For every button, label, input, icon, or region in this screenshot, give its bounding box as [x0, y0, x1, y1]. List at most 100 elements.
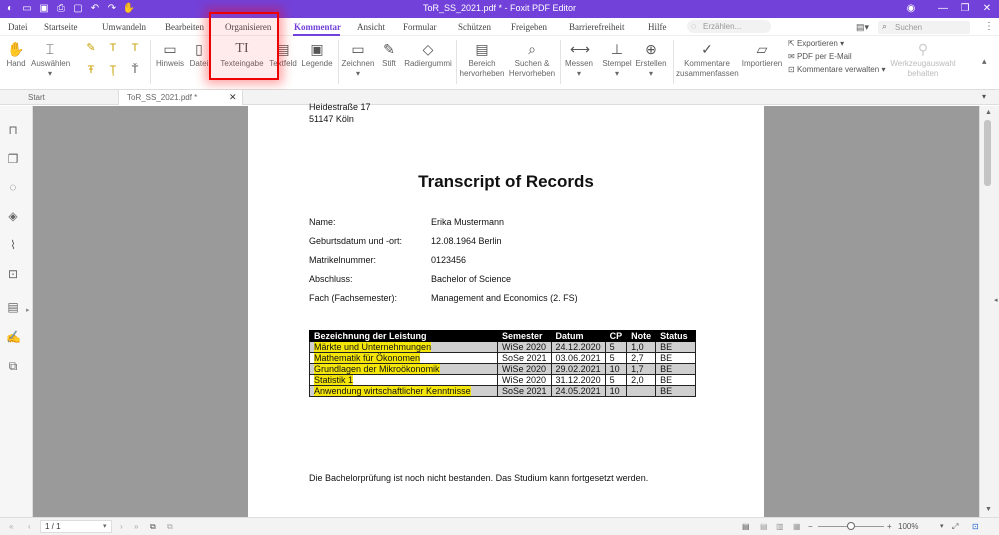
insert-text-icon[interactable]: Ť: [129, 64, 141, 76]
ruler-icon: ⟷: [570, 41, 591, 57]
table-cell: 2,7: [626, 352, 657, 364]
eraser-icon: ◇: [422, 41, 434, 57]
more-icon[interactable]: ⋮: [984, 21, 994, 32]
replace-text-icon[interactable]: Ţ: [107, 64, 119, 76]
comment-ribbon: ✋ Hand ⌶ Auswählen ▾ ✎ T T Ŧ Ţ Ť ▭ Hinweis ▯…: [0, 36, 999, 90]
window-title: ToR_SS_2021.pdf * - Foxit PDF Editor: [422, 3, 577, 13]
facing-view-icon[interactable]: ▥: [776, 521, 784, 533]
menu-datei[interactable]: Datei: [8, 22, 28, 32]
search-options-icon[interactable]: ▤▾: [856, 22, 869, 33]
insert-page-icon[interactable]: ⧉: [167, 521, 173, 533]
collapse-ribbon-icon[interactable]: ▴: [982, 56, 987, 67]
menu-ansicht[interactable]: Ansicht: [357, 22, 385, 32]
single-page-view-icon[interactable]: ▤: [742, 521, 750, 533]
note-button[interactable]: ▭ Hinweis: [155, 40, 185, 69]
next-page-icon[interactable]: ›: [120, 521, 123, 533]
fields-icon[interactable]: ▤: [6, 300, 20, 314]
close-button[interactable]: ✕: [979, 2, 995, 16]
stamp-button[interactable]: ⊥ Stempel ▾: [600, 40, 634, 79]
expand-panel-icon[interactable]: ▸: [26, 306, 30, 314]
callout-button[interactable]: ▣ Legende: [300, 40, 334, 69]
zoom-in-icon[interactable]: +: [887, 521, 892, 533]
menu-bearbeiten[interactable]: Bearbeiten: [165, 22, 204, 32]
navigation-panel: ⊓ ❐ ◌ ◈ ⌇ ⊡ ▤ ✍ ⧉ ▸: [0, 106, 33, 517]
import-button[interactable]: ▱ Importieren: [740, 40, 784, 69]
tab-list-icon[interactable]: ▾: [982, 92, 986, 101]
manage-comments-button[interactable]: ⊡ Kommentare verwalten ▾: [788, 65, 885, 74]
scroll-down-icon[interactable]: ▼: [985, 506, 992, 513]
scroll-up-icon[interactable]: ▲: [985, 109, 992, 116]
zoom-out-icon[interactable]: −: [808, 521, 813, 533]
highlighted-course: Mathematik für Ökonomen: [314, 353, 421, 363]
email-pdf-button[interactable]: ✉ PDF per E-Mail: [788, 52, 852, 61]
search-input[interactable]: ⌕ Suchen: [878, 21, 970, 34]
create-stamp-button[interactable]: ⊕ Erstellen ▾: [634, 40, 668, 79]
signature-icon[interactable]: ✍: [6, 330, 21, 344]
squiggly-icon[interactable]: Ŧ: [85, 64, 97, 76]
pages-icon[interactable]: ❐: [6, 152, 20, 166]
compare-icon[interactable]: ⧉: [6, 359, 20, 373]
menu-schuetzen[interactable]: Schützen: [458, 22, 491, 32]
measure-button[interactable]: ⟷ Messen ▾: [563, 40, 595, 79]
menu-hilfe[interactable]: Hilfe: [648, 22, 667, 32]
tab-document[interactable]: ToR_SS_2021.pdf * ✕: [118, 90, 243, 105]
zoom-level[interactable]: 100%: [898, 521, 918, 533]
layers-icon[interactable]: ◈: [6, 209, 20, 223]
chevron-down-icon[interactable]: ▾: [940, 521, 944, 533]
menu-barrierefreiheit[interactable]: Barrierefreiheit: [569, 22, 624, 32]
scrollbar-thumb[interactable]: [984, 120, 991, 186]
account-icon[interactable]: ◉: [903, 2, 919, 16]
pencil-icon: ✎: [383, 41, 395, 57]
underline-icon[interactable]: T: [107, 42, 119, 54]
extract-page-icon[interactable]: ⧉: [150, 521, 156, 533]
summarize-comments-button[interactable]: ✓ Kommentare zusammenfassen: [676, 40, 739, 79]
continuous-facing-view-icon[interactable]: ▦: [793, 521, 801, 533]
strikeout-icon[interactable]: T: [129, 42, 141, 54]
file-icon: ▯: [195, 41, 203, 57]
menu-formular[interactable]: Formular: [403, 22, 437, 32]
zoom-slider-thumb[interactable]: [847, 522, 855, 530]
attachment-icon[interactable]: ⌇: [6, 238, 20, 252]
screen-capture-icon[interactable]: ⊡: [972, 521, 979, 533]
last-page-icon[interactable]: »: [134, 521, 138, 533]
minimize-button[interactable]: —: [935, 2, 951, 16]
close-tab-icon[interactable]: ✕: [229, 90, 237, 105]
tab-start[interactable]: Start: [20, 90, 115, 105]
fullscreen-icon[interactable]: ⤢: [952, 521, 958, 533]
menu-kommentar[interactable]: Kommentar: [294, 22, 341, 32]
select-tool-button[interactable]: ⌶ Auswählen ▾: [31, 40, 70, 79]
drawing-button[interactable]: ▭ Zeichnen ▾: [341, 40, 375, 79]
search-highlight-button[interactable]: ⌕ Suchen & Hervorheben: [508, 40, 556, 79]
eraser-button[interactable]: ◇ Radiergummi: [404, 40, 452, 69]
hand-tool-button[interactable]: ✋ Hand: [3, 40, 29, 69]
menu-bar: Datei Startseite Umwandeln Bearbeiten Or…: [0, 18, 999, 36]
email-icon: ✉: [788, 52, 797, 61]
bookmark-icon[interactable]: ⊓: [6, 123, 20, 137]
create-stamp-icon: ⊕: [645, 41, 657, 57]
maximize-button[interactable]: ❐: [957, 2, 973, 16]
pencil-button[interactable]: ✎ Stift: [376, 40, 402, 69]
comments-icon[interactable]: ◌: [6, 180, 20, 194]
tell-me-box[interactable]: ◌ Erzählen...: [687, 20, 771, 33]
area-highlight-button[interactable]: ▤ Bereich hervorheben: [458, 40, 506, 79]
keep-tool-selected-button[interactable]: ⚲ Werkzeugauswahl behalten: [890, 40, 956, 79]
page-number-input[interactable]: 1 / 1 ▾: [40, 520, 112, 533]
manage-icon: ⊡: [788, 65, 797, 74]
menu-umwandeln[interactable]: Umwandeln: [102, 22, 146, 32]
first-page-icon[interactable]: «: [9, 521, 13, 533]
tab-document-label: ToR_SS_2021.pdf *: [127, 93, 198, 102]
chevron-down-icon: ▾: [881, 65, 886, 74]
tell-me-text: Erzählen...: [703, 22, 742, 31]
table-cell: BE: [655, 341, 697, 353]
menu-freigeben[interactable]: Freigeben: [511, 22, 547, 32]
highlight-icon[interactable]: ✎: [85, 42, 97, 54]
vertical-scrollbar[interactable]: ▲ ▼ ◂: [979, 106, 999, 517]
export-button[interactable]: ⇱ Exportieren ▾: [788, 39, 844, 48]
continuous-view-icon[interactable]: ▤: [760, 521, 768, 533]
menu-startseite[interactable]: Startseite: [44, 22, 78, 32]
pin-icon: ⚲: [917, 41, 929, 57]
pdf-page[interactable]: Heidestraße 17 51147 Köln Transcript of …: [248, 102, 764, 517]
previous-page-icon[interactable]: ‹: [28, 521, 31, 533]
security-icon[interactable]: ⊡: [6, 267, 20, 281]
collapse-right-panel-icon[interactable]: ◂: [994, 296, 998, 304]
